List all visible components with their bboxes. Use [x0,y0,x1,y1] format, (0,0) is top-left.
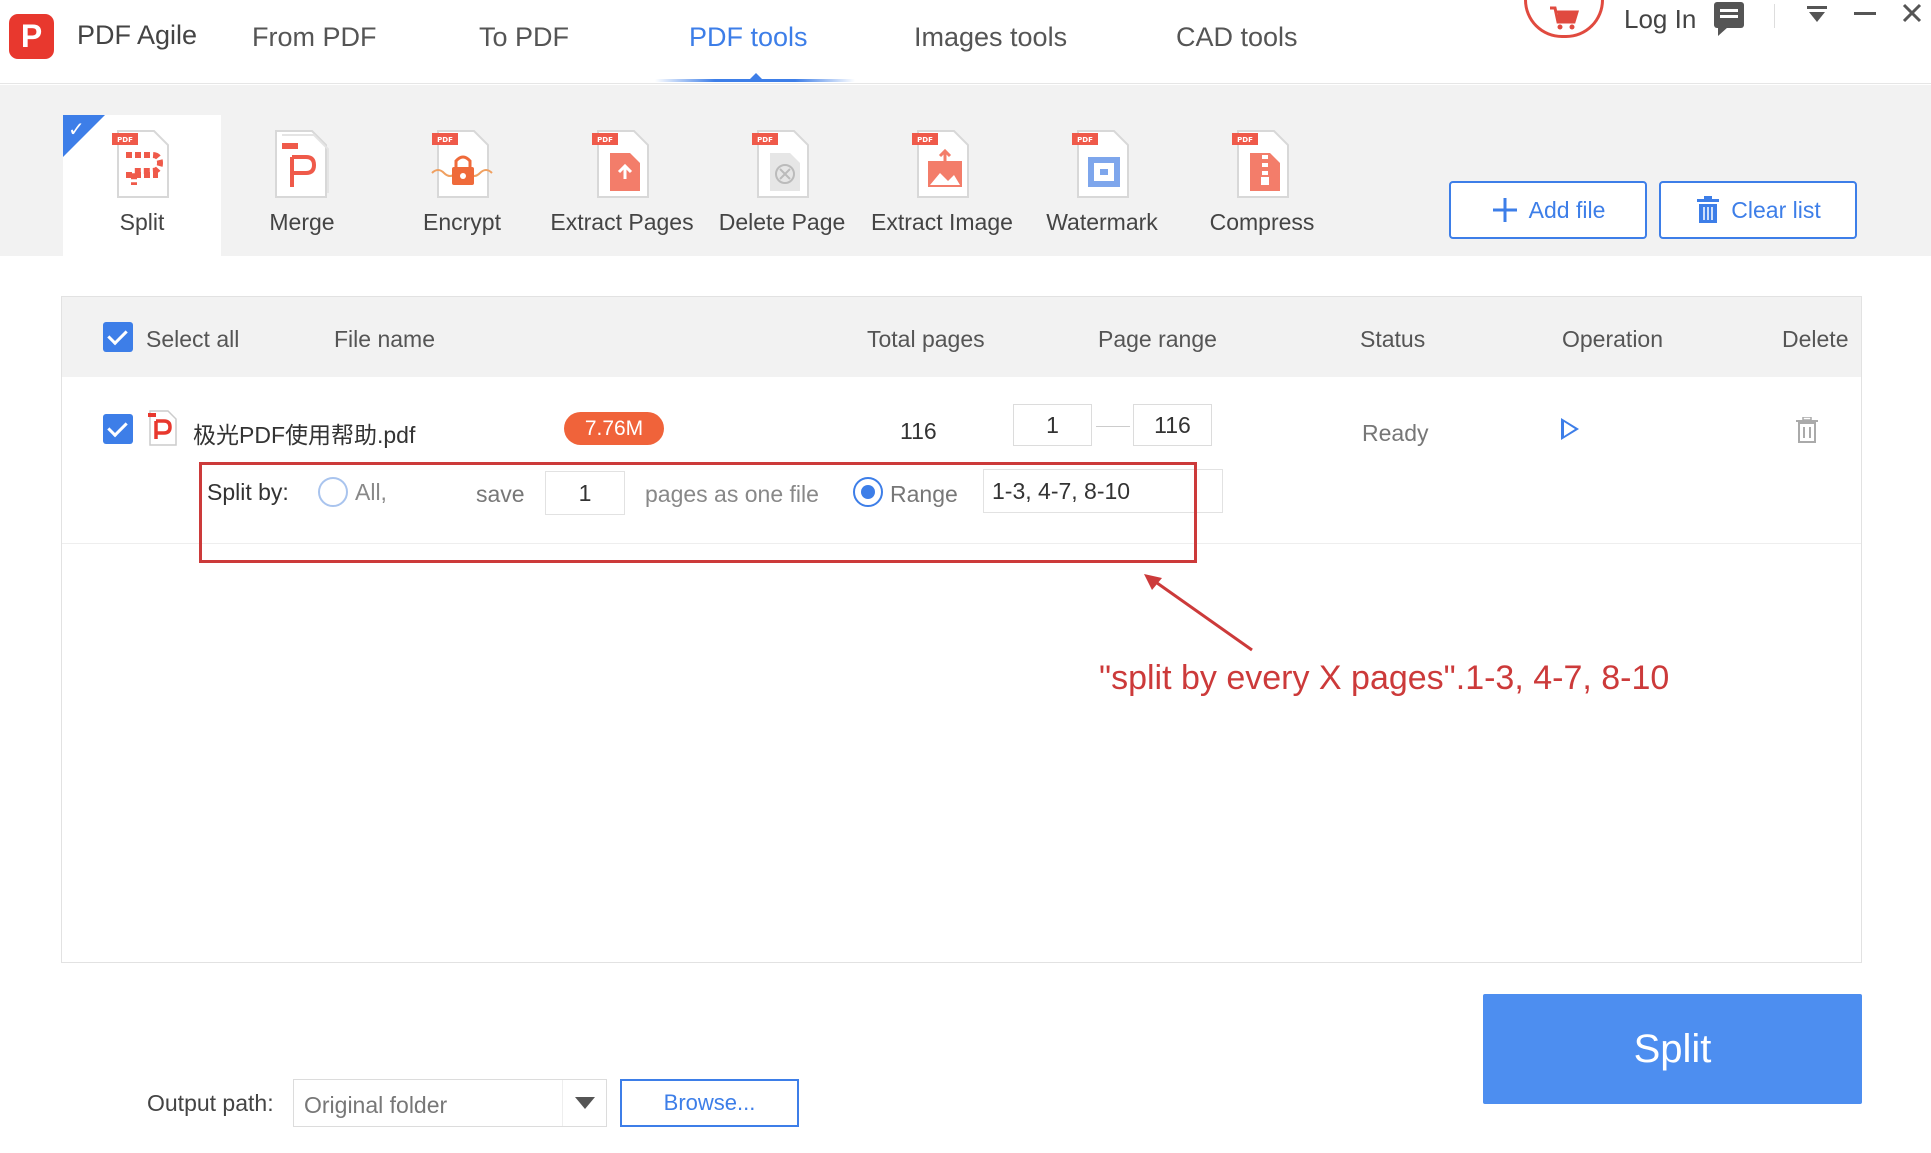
svg-text:PDF: PDF [597,136,613,144]
svg-text:PDF: PDF [1237,136,1253,144]
tab-pdf-tools[interactable]: PDF tools [689,22,808,53]
split-all-radio[interactable] [318,477,348,507]
login-link[interactable]: Log In [1624,4,1696,35]
header-delete: Delete [1782,326,1849,352]
header-page-range: Page range [1098,326,1217,352]
range-separator [1096,426,1130,427]
minimize-icon[interactable] [1848,0,1882,34]
clear-list-button[interactable]: Clear list [1659,181,1857,239]
tool-label: Merge [269,209,335,235]
tab-images-tools[interactable]: Images tools [914,22,1067,53]
tool-extract-image[interactable]: PDF Extract Image [863,115,1021,256]
save-label: save [476,481,525,507]
tool-merge[interactable]: Merge [223,115,381,256]
svg-text:PDF: PDF [1077,136,1093,144]
watermark-icon: PDF [1072,130,1129,198]
play-icon[interactable] [1561,418,1579,440]
header-file-name: File name [334,326,435,352]
add-file-button[interactable]: Add file [1449,181,1647,239]
split-icon: PDF [112,130,169,198]
tab-from-pdf[interactable]: From PDF [252,22,377,53]
svg-text:PDF: PDF [117,136,133,144]
range-to-input[interactable]: 116 [1133,404,1212,446]
tool-label: Extract Pages [550,209,694,235]
svg-text:PDF: PDF [757,136,773,144]
top-bar: P PDF Agile From PDF To PDF PDF tools Im… [0,0,1931,84]
select-all-checkbox[interactable] [103,322,133,352]
svg-text:PDF: PDF [917,136,933,144]
plus-icon [1492,198,1517,222]
file-list-panel: Select all File name Total pages Page ra… [61,296,1862,963]
tool-extract-pages[interactable]: PDF Extract Pages [543,115,701,256]
app-logo-icon: P [9,14,54,59]
output-path-value: Original folder [304,1092,448,1118]
header-total-pages: Total pages [867,326,985,352]
row-checkbox[interactable] [103,414,133,444]
cart-icon [1550,6,1580,29]
merge-icon [275,130,329,198]
dropdown-menu-icon[interactable] [1800,0,1834,34]
check-icon: ✓ [68,119,85,141]
header-operation: Operation [1562,326,1664,352]
tool-label: Compress [1209,209,1315,235]
pdf-file-icon [148,410,177,446]
clear-list-label: Clear list [1731,196,1821,223]
tool-compress[interactable]: PDF Compress [1183,115,1341,256]
tool-label: Watermark [1046,209,1158,235]
total-pages-value: 116 [900,418,937,444]
extract-pages-icon: PDF [592,130,649,198]
file-size-badge: 7.76M [564,412,664,445]
tool-split[interactable]: ✓ PDF Split [63,115,221,256]
annotation-text: "split by every X pages".1-3, 4-7, 8-10 [1099,659,1670,697]
tool-label: Extract Image [871,209,1013,235]
add-file-label: Add file [1528,196,1606,223]
status-value: Ready [1362,420,1429,446]
tool-label: Encrypt [423,209,501,235]
close-icon[interactable] [1895,0,1929,34]
range-input[interactable]: 1-3, 4-7, 8-10 [983,469,1223,513]
table-header: Select all File name Total pages Page ra… [62,297,1861,377]
split-options-row: Split by: All, save 1 pages as one file … [62,445,1861,544]
compress-icon: PDF [1232,130,1289,198]
tab-cad-tools[interactable]: CAD tools [1176,22,1298,53]
cart-button[interactable] [1524,0,1604,38]
pages-per-file-input[interactable]: 1 [545,471,625,515]
browse-button[interactable]: Browse... [620,1079,799,1127]
split-range-radio[interactable] [853,477,883,507]
extract-image-icon: PDF [912,130,969,198]
tool-delete-page[interactable]: PDF Delete Page [703,115,861,256]
active-tab-caret [749,73,763,80]
tool-watermark[interactable]: PDF Watermark [1023,115,1181,256]
split-all-label: All, [355,479,387,505]
trash-icon [1697,196,1720,223]
delete-page-icon: PDF [752,130,809,198]
header-select-all: Select all [146,326,240,352]
tool-label: Split [119,209,165,235]
split-button[interactable]: Split [1483,994,1862,1104]
header-status: Status [1360,326,1426,352]
tab-to-pdf[interactable]: To PDF [479,22,569,53]
delete-row-icon[interactable] [1795,417,1819,443]
divider [1774,4,1775,28]
tool-label: Delete Page [718,209,846,235]
annotation-arrow-icon [1144,574,1253,652]
output-path-select[interactable]: Original folder [293,1079,607,1127]
split-range-label: Range [890,481,958,507]
chevron-down-icon[interactable] [562,1080,606,1126]
range-from-input[interactable]: 1 [1013,404,1092,446]
tool-encrypt[interactable]: PDF Encrypt [383,115,541,256]
pages-as-one-file-label: pages as one file [645,481,819,507]
output-path-label: Output path: [147,1090,274,1116]
app-name: PDF Agile [77,20,198,50]
message-icon[interactable] [1714,2,1744,36]
lock-icon: PDF [431,130,493,198]
svg-text:PDF: PDF [437,136,453,144]
split-by-label: Split by: [207,479,289,505]
